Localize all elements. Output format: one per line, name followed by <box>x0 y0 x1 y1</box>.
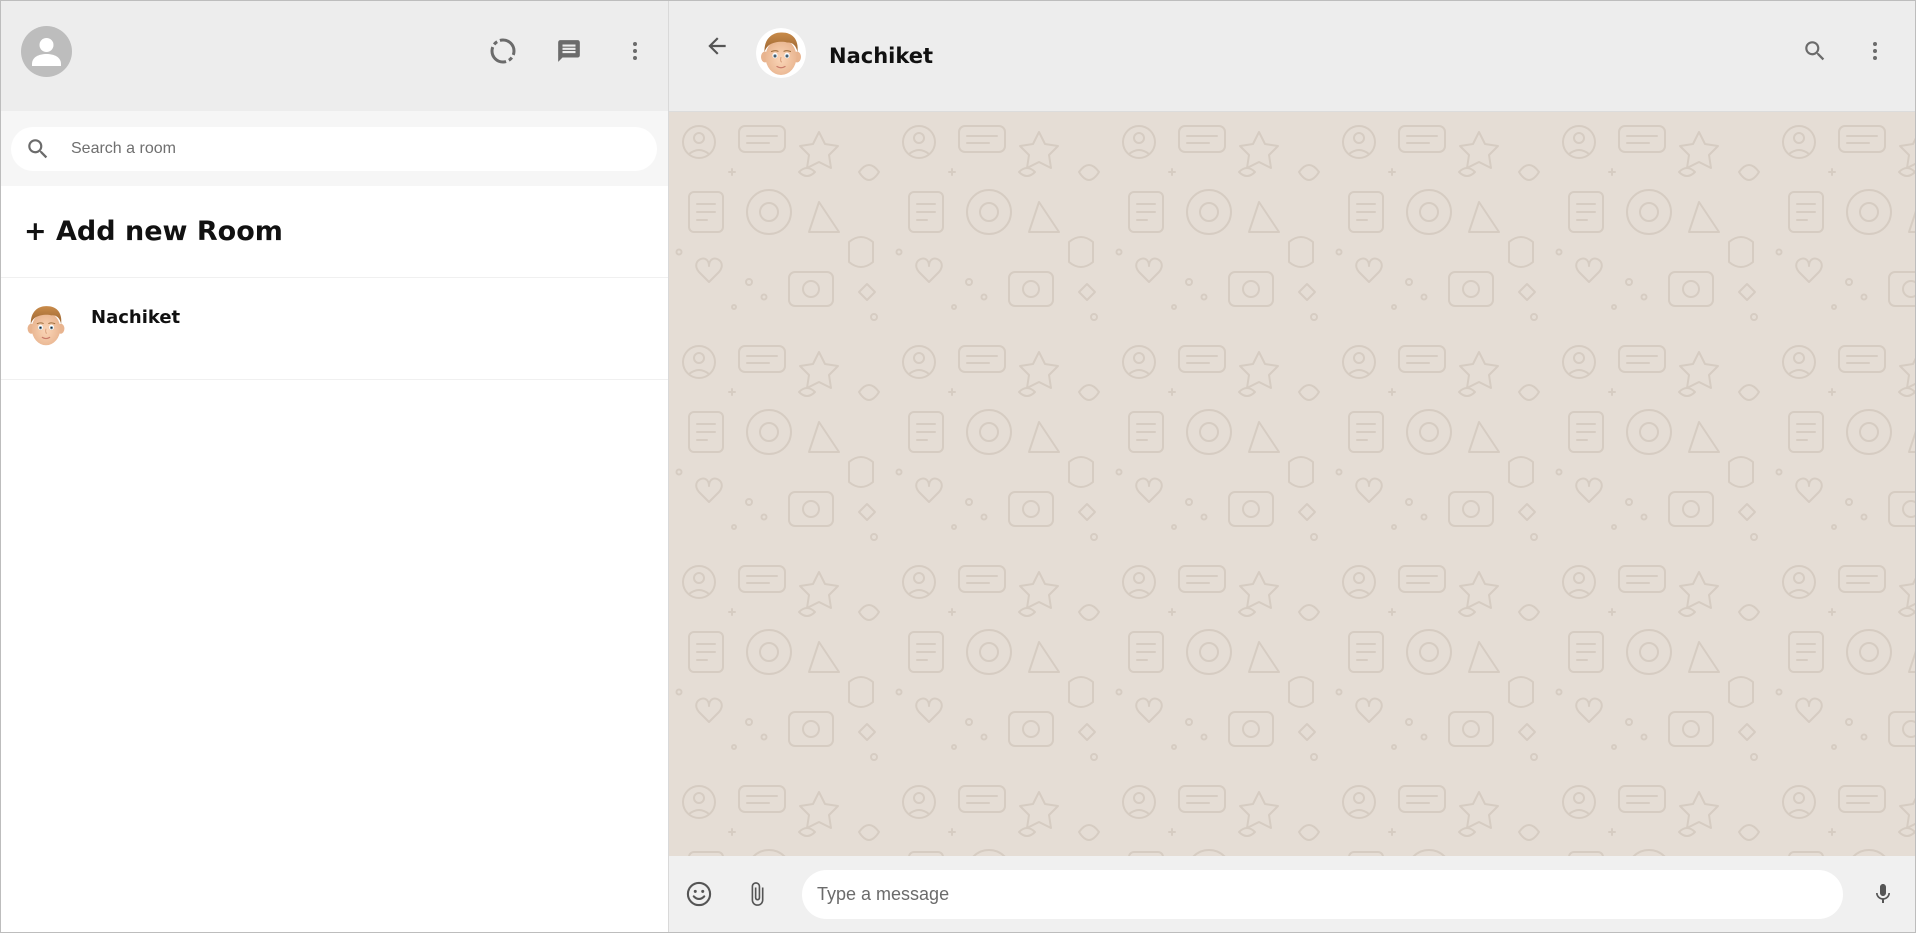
attach-icon <box>751 882 764 906</box>
chat-footer <box>669 856 1915 932</box>
chat-header-actions <box>1785 23 1905 79</box>
room-name: Nachiket <box>91 307 181 328</box>
new-chat-button[interactable] <box>536 18 602 84</box>
sidebar-menu-button[interactable] <box>602 18 668 84</box>
chat-menu-button[interactable] <box>1845 23 1905 79</box>
app-window: + Add new Room Nachiket Nachiket <box>0 0 1916 933</box>
message-input-container <box>802 870 1843 919</box>
attach-button[interactable] <box>735 872 779 916</box>
add-new-room-button[interactable]: + Add new Room <box>1 186 668 278</box>
search-icon <box>1805 41 1825 61</box>
back-button[interactable] <box>689 18 745 74</box>
chat-panel: Nachiket <box>669 1 1915 932</box>
chat-search-button[interactable] <box>1785 23 1845 79</box>
person-icon <box>32 37 61 66</box>
mic-icon <box>1876 884 1890 903</box>
search-icon <box>28 138 48 158</box>
chat-title: Nachiket <box>829 44 934 68</box>
message-input[interactable] <box>817 884 1817 905</box>
chat-avatar[interactable] <box>756 28 806 78</box>
emoji-button[interactable] <box>677 872 721 916</box>
chat-header: Nachiket <box>669 1 1915 112</box>
sidebar-actions <box>470 1 668 111</box>
back-arrow-icon <box>708 37 726 55</box>
emoji-icon <box>686 881 712 907</box>
chat-messages-area <box>669 112 1915 856</box>
chat-icon <box>558 40 580 62</box>
search-container <box>11 126 657 171</box>
status-button[interactable] <box>470 18 536 84</box>
mic-button[interactable] <box>1861 872 1905 916</box>
chat-wallpaper-pattern <box>669 112 1915 856</box>
more-vert-icon <box>633 42 637 60</box>
room-list-item[interactable]: Nachiket <box>1 278 668 380</box>
more-vert-icon <box>1873 42 1877 60</box>
search-input[interactable] <box>71 139 631 158</box>
sidebar-search-bar <box>1 111 668 186</box>
room-avatar <box>23 302 69 348</box>
user-avatar[interactable] <box>21 25 72 77</box>
status-icon <box>490 38 516 64</box>
room-list-empty-area <box>1 380 668 932</box>
sidebar-header <box>1 1 668 111</box>
add-new-room-label: + Add new Room <box>24 216 283 247</box>
sidebar: + Add new Room Nachiket <box>1 1 669 932</box>
